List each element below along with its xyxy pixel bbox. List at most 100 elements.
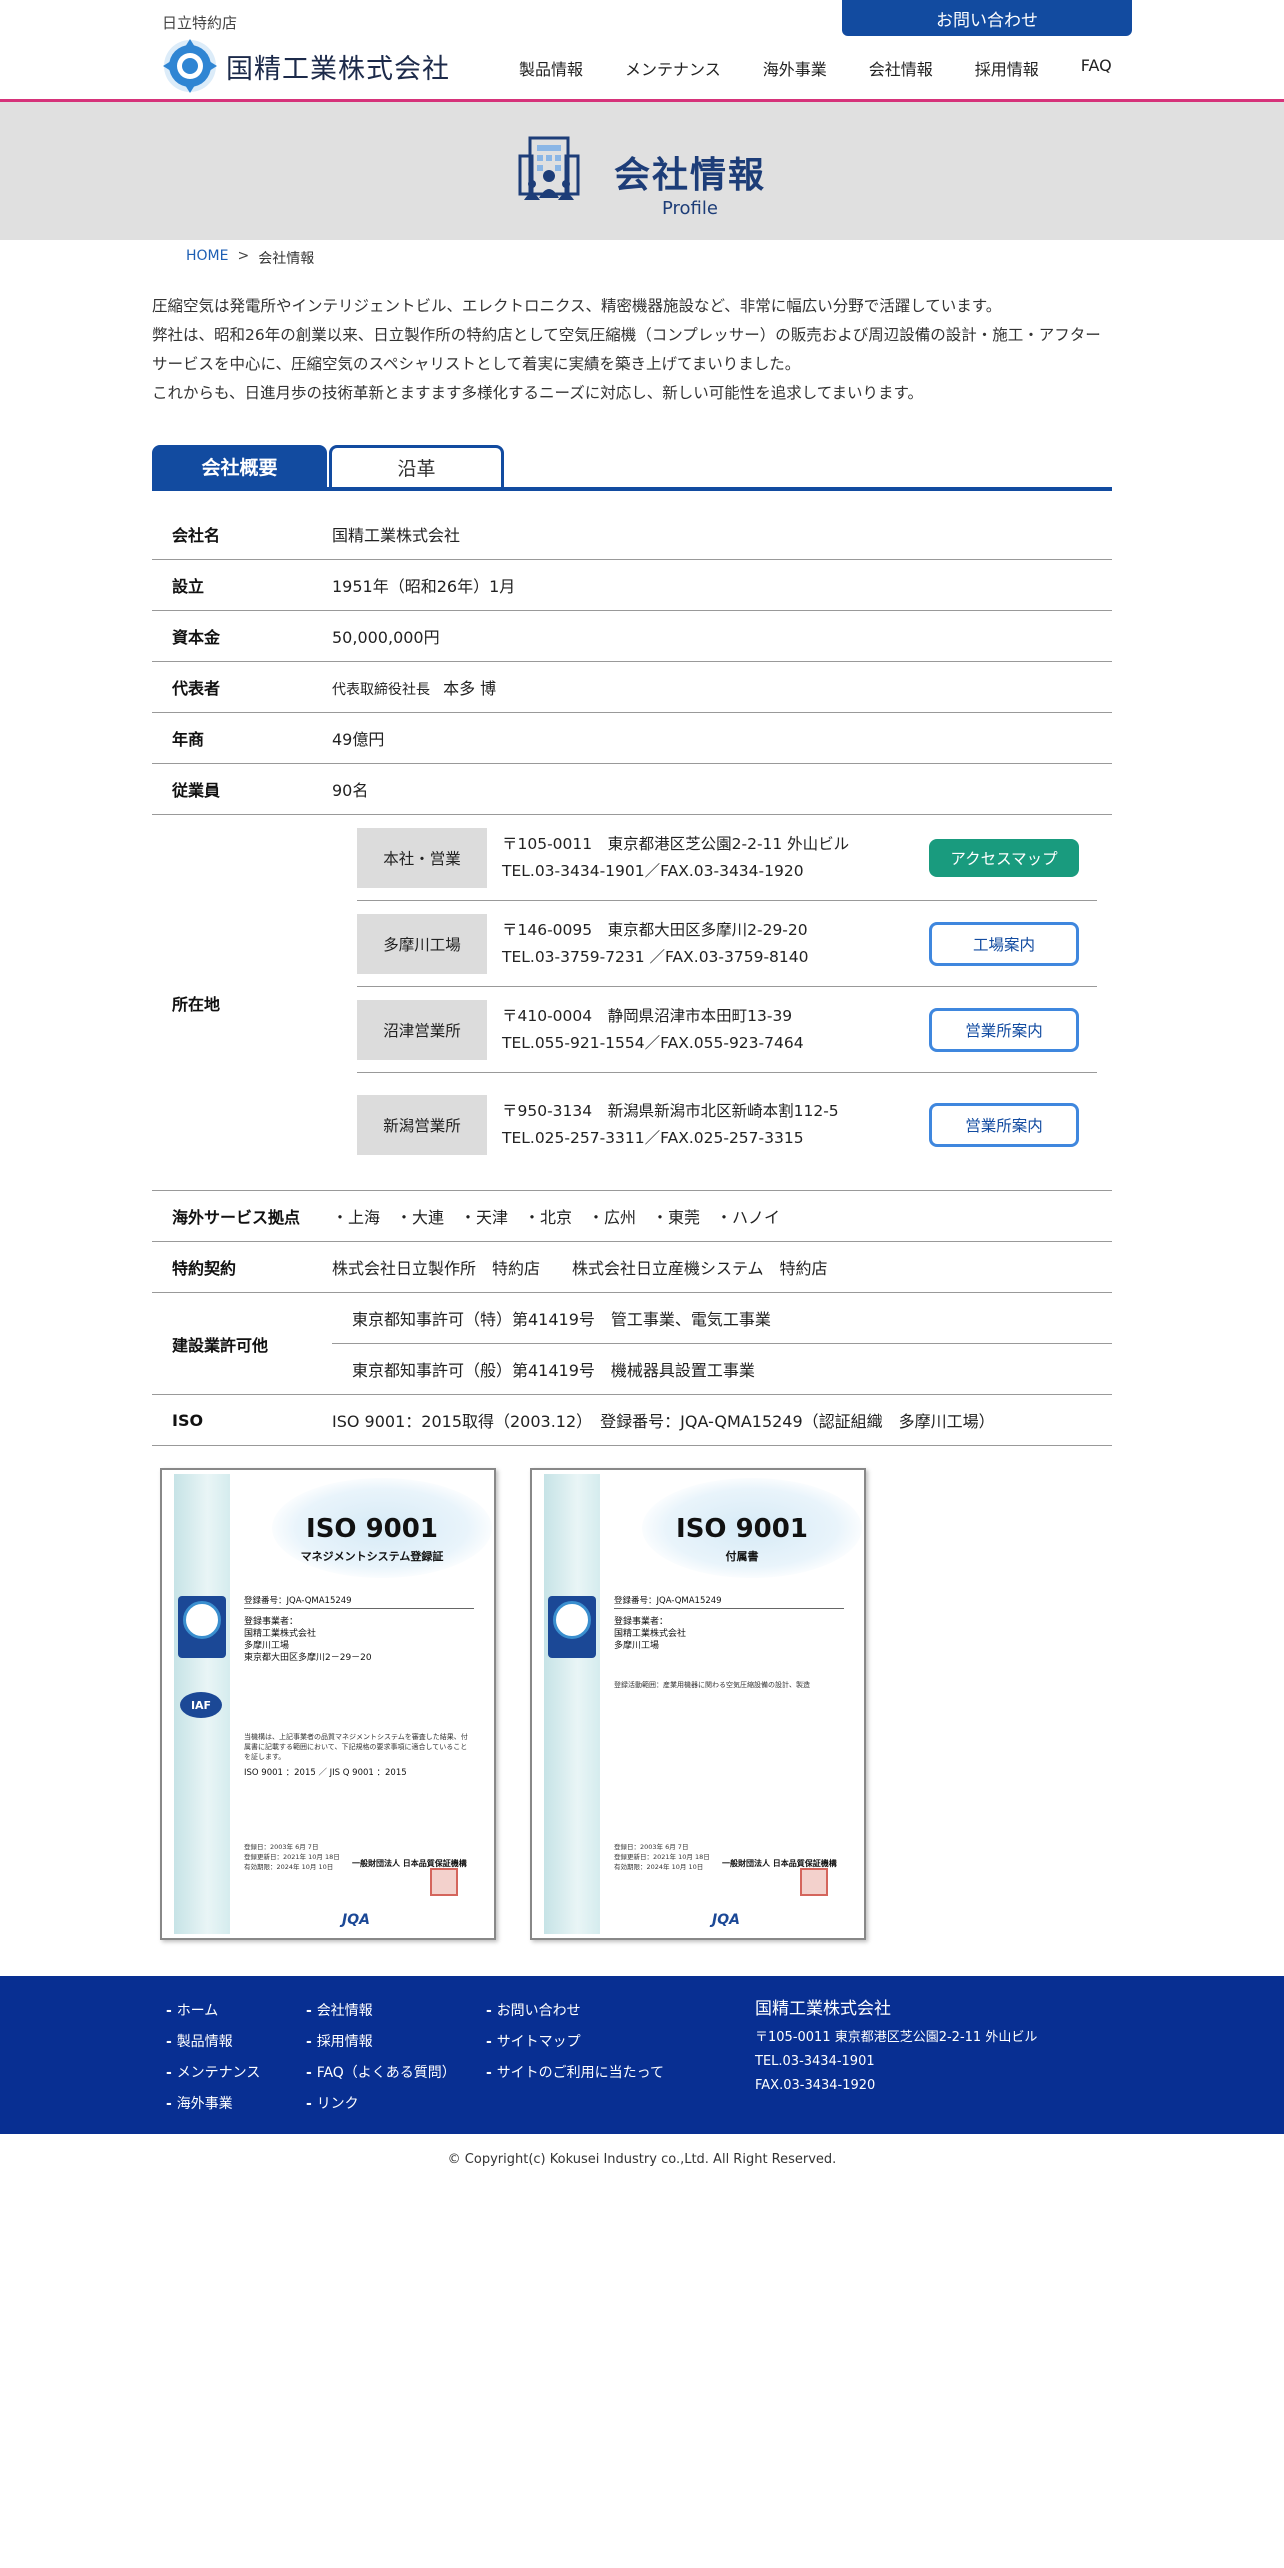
intro-paragraph: 圧縮空気は発電所やインテリジェントビル、エレクトロニクス、精密機器施設など、非常… xyxy=(152,297,1002,315)
row-label: 会社名 xyxy=(172,526,221,545)
representative-name: 本多 博 xyxy=(443,679,497,698)
footer-nav-column: 会社情報 採用情報 FAQ（よくある質問） リンク xyxy=(306,1996,456,2120)
footer-nav-column: ホーム 製品情報 メンテナンス 海外事業 xyxy=(166,1996,261,2120)
row-label: 従業員 xyxy=(172,781,221,800)
location-item: 多摩川工場 〒146-0095 東京都大田区多摩川2-29-20 TEL.03-… xyxy=(357,901,1097,987)
location-postal-address: 〒410-0004 静岡県沼津市本田町13-39 xyxy=(502,1006,793,1025)
factory-guide-button[interactable]: 工場案内 xyxy=(929,921,1079,966)
footer-link-contact[interactable]: お問い合わせ xyxy=(486,1996,664,2027)
copyright-text: © Copyright(c) Kokusei Industry co.,Ltd.… xyxy=(447,2152,837,2167)
certificate-holder: 登録事業者： 国精工業株式会社 多摩川工場 東京都大田区多摩川2－29－20 xyxy=(244,1616,372,1664)
iso-certificate-appendix-image[interactable]: ISO 9001 付属書 登録番号：JQA-QMA15249 登録事業者： 国精… xyxy=(530,1468,866,1940)
nav-company[interactable]: 会社情報 xyxy=(848,56,954,80)
jqa-logo: JQA xyxy=(712,1912,740,1928)
footer-link-sitemap[interactable]: サイトマップ xyxy=(486,2027,664,2058)
company-logo-icon xyxy=(163,39,217,93)
certificate-date: 登録更新日：2021年 10月 18日 xyxy=(244,1853,340,1861)
footer-link-company[interactable]: 会社情報 xyxy=(306,1996,456,2027)
footer-company-name: 国精工業株式会社 xyxy=(755,1999,891,2019)
row-value: ISO 9001：2015取得（2003.12） 登録番号：JQA-QMA152… xyxy=(332,1412,995,1431)
nav-maintenance[interactable]: メンテナンス xyxy=(604,56,742,80)
jqa-quality-system-icon xyxy=(548,1596,596,1658)
holder-site: 多摩川工場 xyxy=(614,1641,660,1651)
holder-name: 国精工業株式会社 xyxy=(244,1629,317,1639)
table-row-iso: ISO ISO 9001：2015取得（2003.12） 登録番号：JQA-QM… xyxy=(152,1395,1112,1446)
red-seal-icon xyxy=(800,1868,828,1896)
row-label: 年商 xyxy=(172,730,205,749)
location-address: 〒146-0095 東京都大田区多摩川2-29-20 TEL.03-3759-7… xyxy=(487,917,929,971)
logo-company-name: 国精工業株式会社 xyxy=(226,53,450,85)
location-name: 新潟営業所 xyxy=(357,1095,487,1155)
footer-link-products[interactable]: 製品情報 xyxy=(166,2027,260,2058)
contact-button[interactable]: お問い合わせ xyxy=(842,0,1132,36)
iso-certificate-image[interactable]: ISO 9001 マネジメントシステム登録証 登録番号：JQA-QMA15249… xyxy=(160,1468,496,1940)
certificate-date: 登録日：2003年 6月 7日 xyxy=(614,1843,689,1851)
table-row-overseas: 海外サービス拠点 ・上海 ・大連 ・天津 ・北京 ・広州 ・東莞 ・ハノイ xyxy=(152,1191,1112,1242)
row-value: 国精工業株式会社 xyxy=(332,526,461,545)
breadcrumb-current: 会社情報 xyxy=(258,251,315,267)
location-item: 沼津営業所 〒410-0004 静岡県沼津市本田町13-39 TEL.055-9… xyxy=(357,987,1097,1073)
certificate-title: ISO 9001 xyxy=(306,1514,438,1544)
tab-history[interactable]: 沿革 xyxy=(329,445,504,487)
row-label: 設立 xyxy=(172,577,205,596)
license-list: 東京都知事許可（特）第41419号 管工事業、電気工事業 東京都知事許可（般）第… xyxy=(332,1293,1112,1394)
row-label: ISO xyxy=(172,1410,204,1430)
nav-faq[interactable]: FAQ xyxy=(1060,56,1133,80)
certificate-subtitle: 付属書 xyxy=(725,1550,759,1563)
location-phone: TEL.025-257-3311／FAX.025-257-3315 xyxy=(502,1129,804,1147)
site-header: 日立特約店 国精工業株式会社 お問い合わせ 製品情報 メンテナンス 海外事業 会… xyxy=(0,0,1284,102)
row-label: 建設業許可他 xyxy=(172,1335,269,1355)
certificate-holder: 登録事業者： 国精工業株式会社 多摩川工場 xyxy=(614,1616,686,1652)
location-postal-address: 〒950-3134 新潟県新潟市北区新崎本割112-5 xyxy=(502,1102,839,1120)
row-label: 代表者 xyxy=(172,679,221,698)
holder-site-address: 東京都大田区多摩川2－29－20 xyxy=(244,1653,372,1663)
location-address: 〒410-0004 静岡県沼津市本田町13-39 TEL.055-921-155… xyxy=(487,1003,929,1057)
table-row-representative: 代表者 代表取締役社長 本多 博 xyxy=(152,662,1112,713)
location-postal-address: 〒146-0095 東京都大田区多摩川2-29-20 xyxy=(502,920,808,939)
certificate-dates: 登録日：2003年 6月 7日 登録更新日：2021年 10月 18日 有効期限… xyxy=(244,1842,340,1872)
certificate-body: 登録活動範囲：産業用機器に関わる空気圧縮設備の設計、製造 xyxy=(614,1681,810,1689)
row-label: 特約契約 xyxy=(172,1259,237,1278)
page-title: 会社情報 xyxy=(614,155,767,196)
nav-products[interactable]: 製品情報 xyxy=(498,56,604,80)
footer-link-links[interactable]: リンク xyxy=(306,2089,456,2120)
footer-link-recruit[interactable]: 採用情報 xyxy=(306,2027,456,2058)
table-row-locations: 所在地 本社・営業 〒105-0011 東京都港区芝公園2-2-11 外山ビル … xyxy=(152,815,1112,1191)
intro-paragraph: これからも、日進月歩の技術革新とますます多様化するニーズに対応し、新しい可能性を… xyxy=(152,384,923,402)
footer-link-home[interactable]: ホーム xyxy=(166,1996,260,2027)
certificate-date: 登録日：2003年 6月 7日 xyxy=(244,1843,319,1851)
footer-link-faq[interactable]: FAQ（よくある質問） xyxy=(306,2058,456,2089)
access-map-button[interactable]: アクセスマップ xyxy=(929,838,1079,877)
row-label: 所在地 xyxy=(172,994,221,1014)
footer-contact-info: 〒105-0011 東京都港区芝公園2-2-11 外山ビル TEL.03-343… xyxy=(755,2026,1037,2098)
footer-link-maintenance[interactable]: メンテナンス xyxy=(166,2058,261,2089)
office-guide-button[interactable]: 営業所案内 xyxy=(929,1103,1079,1147)
holder-label: 登録事業者： xyxy=(244,1617,299,1627)
table-row-employees: 従業員 90名 xyxy=(152,764,1112,815)
breadcrumb-separator: > xyxy=(237,248,250,264)
jqa-logo: JQA xyxy=(342,1912,370,1928)
location-phone: TEL.055-921-1554／FAX.055-923-7464 xyxy=(502,1033,804,1052)
office-guide-button[interactable]: 営業所案内 xyxy=(929,1007,1079,1052)
nav-overseas[interactable]: 海外事業 xyxy=(742,56,848,80)
location-address: 〒105-0011 東京都港区芝公園2-2-11 外山ビル TEL.03-343… xyxy=(487,831,929,885)
footer-link-terms[interactable]: サイトのご利用に当たって xyxy=(486,2058,664,2089)
location-phone: TEL.03-3759-7231 ／FAX.03-3759-8140 xyxy=(502,947,809,966)
location-postal-address: 〒105-0011 東京都港区芝公園2-2-11 外山ビル xyxy=(502,834,850,853)
building-people-icon xyxy=(518,136,580,200)
row-value: 49億円 xyxy=(332,730,385,749)
site-logo[interactable]: 国精工業株式会社 xyxy=(162,38,450,94)
page-subtitle: Profile xyxy=(662,198,718,219)
certificate-reg-no: 登録番号：JQA-QMA15249 xyxy=(614,1596,722,1606)
holder-site: 多摩川工場 xyxy=(244,1641,290,1651)
row-label: 資本金 xyxy=(172,628,221,647)
footer-address: 〒105-0011 東京都港区芝公園2-2-11 外山ビル xyxy=(755,2030,1038,2045)
tab-company-overview[interactable]: 会社概要 xyxy=(152,445,327,487)
breadcrumb-home-link[interactable]: HOME xyxy=(186,248,228,268)
jqa-quality-system-icon xyxy=(178,1596,226,1658)
nav-recruit[interactable]: 採用情報 xyxy=(954,56,1060,80)
footer-tel: TEL.03-3434-1901 xyxy=(755,2054,875,2069)
location-name: 本社・営業 xyxy=(357,827,487,888)
footer-link-overseas[interactable]: 海外事業 xyxy=(166,2089,260,2120)
location-name: 沼津営業所 xyxy=(357,999,487,1060)
